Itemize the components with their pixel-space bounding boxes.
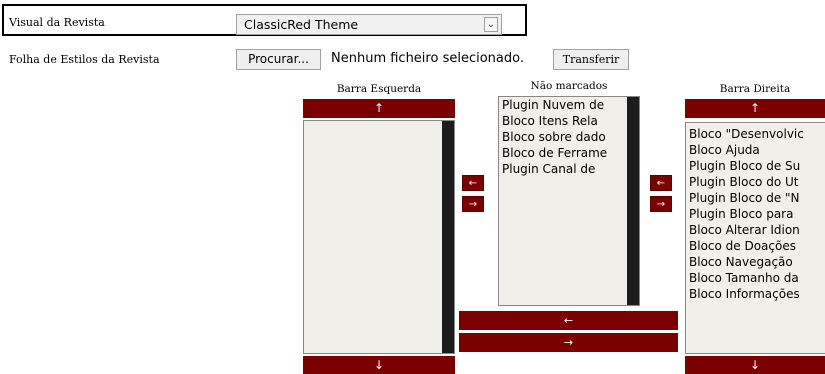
right-bar-item[interactable]: Plugin Bloco de Su [689,158,825,174]
left-bar-title: Barra Esquerda [336,83,422,95]
arrow-down-icon: ↓ [749,358,761,372]
theme-label: Visual da Revista [9,16,105,29]
unselected-title: Não marcados [530,80,608,92]
unselected-items: Plugin Nuvem de Bloco Itens Rela Bloco s… [502,97,625,177]
right-bar-item[interactable]: Bloco "Desenvolvic [689,126,825,142]
arrow-up-icon: ↑ [373,101,385,115]
upload-button[interactable]: Transferir [553,49,629,70]
right-bar-item[interactable]: Bloco Tamanho da [689,270,825,286]
right-bar-item[interactable]: Bloco Informações [689,286,825,302]
unselected-item[interactable]: Bloco Itens Rela [502,113,625,129]
right-bar-item[interactable]: Plugin Bloco do Ut [689,174,825,190]
left-bar-move-up-button[interactable]: ↑ [303,99,455,118]
right-bar-item[interactable]: Bloco Alterar Idion [689,222,825,238]
move-to-unselected-from-right-button[interactable]: ← [650,175,672,191]
unselected-item[interactable]: Bloco de Ferrame [502,145,625,161]
arrow-left-icon: ← [656,178,666,189]
left-bar-list[interactable] [303,120,455,354]
move-to-right-bar-button[interactable]: → [650,196,672,212]
move-to-left-bar-button[interactable]: ← [462,175,484,191]
left-bar-scrollbar[interactable] [442,121,454,353]
unselected-item[interactable]: Plugin Nuvem de [502,97,625,113]
arrow-right-icon: → [563,336,574,349]
arrow-left-icon: ← [468,178,478,189]
right-bar-move-up-button[interactable]: ↑ [685,99,825,118]
unselected-scrollbar[interactable] [627,97,639,305]
left-bar-move-down-button[interactable]: ↓ [303,356,455,374]
theme-selected-value: ClassicRed Theme [244,17,359,32]
chevron-down-icon[interactable]: ⌄ [484,17,498,32]
file-status: Nenhum ficheiro selecionado. [331,51,524,66]
right-bar-item[interactable]: Bloco de Doações [689,238,825,254]
theme-select[interactable]: ClassicRed Theme ⌄ [236,14,502,35]
right-bar-item[interactable]: Bloco Navegação [689,254,825,270]
arrow-left-icon: ← [563,314,574,327]
stylesheet-label: Folha de Estilos da Revista [9,53,160,66]
browse-button[interactable]: Procurar... [236,49,321,70]
right-bar-list[interactable]: Bloco "Desenvolvic Bloco Ajuda Plugin Bl… [685,122,825,354]
right-bar-items: Bloco "Desenvolvic Bloco Ajuda Plugin Bl… [689,126,825,302]
move-left-wide-button[interactable]: ← [459,311,678,330]
right-bar-item[interactable]: Plugin Bloco de "N [689,190,825,206]
right-bar-item[interactable]: Plugin Bloco para [689,206,825,222]
right-bar-title: Barra Direita [719,83,791,95]
right-bar-item[interactable]: Bloco Ajuda [689,142,825,158]
move-right-wide-button[interactable]: → [459,333,678,352]
arrow-right-icon: → [468,199,478,210]
unselected-item[interactable]: Bloco sobre dado [502,129,625,145]
move-to-unselected-from-left-button[interactable]: → [462,196,484,212]
arrow-down-icon: ↓ [373,358,385,372]
arrow-right-icon: → [656,199,666,210]
right-bar-move-down-button[interactable]: ↓ [685,356,825,374]
unselected-list[interactable]: Plugin Nuvem de Bloco Itens Rela Bloco s… [498,96,640,306]
arrow-up-icon: ↑ [749,101,761,115]
unselected-item[interactable]: Plugin Canal de [502,161,625,177]
